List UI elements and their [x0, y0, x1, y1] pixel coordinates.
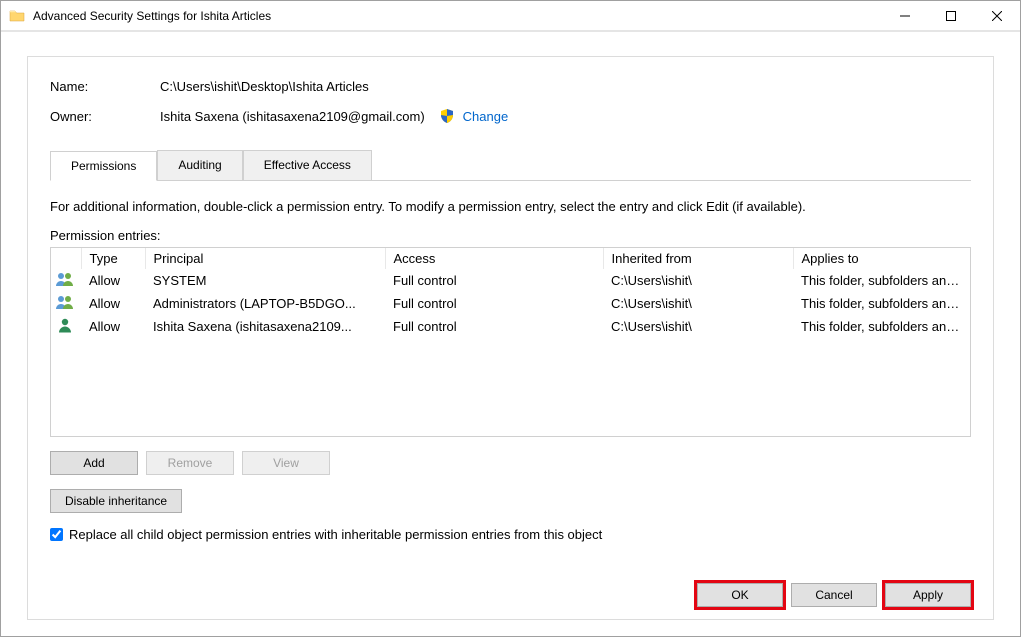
cell-access: Full control: [385, 292, 603, 315]
apply-button[interactable]: Apply: [885, 583, 971, 607]
titlebar: Advanced Security Settings for Ishita Ar…: [1, 1, 1020, 31]
cell-type: Allow: [81, 269, 145, 292]
change-owner-link[interactable]: Change: [463, 109, 509, 124]
cell-type: Allow: [81, 315, 145, 338]
col-applies[interactable]: Applies to: [793, 248, 970, 269]
replace-checkbox-row[interactable]: Replace all child object permission entr…: [50, 527, 971, 542]
add-button[interactable]: Add: [50, 451, 138, 475]
cell-type: Allow: [81, 292, 145, 315]
cell-principal: Administrators (LAPTOP-B5DGO...: [145, 292, 385, 315]
cell-inherited: C:\Users\ishit\: [603, 292, 793, 315]
permission-table[interactable]: Type Principal Access Inherited from App…: [50, 247, 971, 437]
window-title: Advanced Security Settings for Ishita Ar…: [33, 9, 882, 23]
owner-row: Owner: Ishita Saxena (ishitasaxena2109@g…: [50, 108, 971, 124]
minimize-button[interactable]: [882, 1, 928, 31]
replace-checkbox[interactable]: [50, 528, 63, 541]
maximize-button[interactable]: [928, 1, 974, 31]
view-button: View: [242, 451, 330, 475]
cell-principal: SYSTEM: [145, 269, 385, 292]
cell-applies: This folder, subfolders and files: [793, 269, 970, 292]
col-type[interactable]: Type: [81, 248, 145, 269]
cancel-button[interactable]: Cancel: [791, 583, 877, 607]
table-row[interactable]: AllowIshita Saxena (ishitasaxena2109...F…: [51, 315, 970, 338]
table-row[interactable]: AllowAdministrators (LAPTOP-B5DGO...Full…: [51, 292, 970, 315]
instruction-text: For additional information, double-click…: [50, 199, 971, 214]
folder-icon: [9, 8, 25, 24]
owner-value: Ishita Saxena (ishitasaxena2109@gmail.co…: [160, 109, 425, 124]
cell-inherited: C:\Users\ishit\: [603, 269, 793, 292]
entries-label: Permission entries:: [50, 228, 971, 243]
name-label: Name:: [50, 79, 160, 94]
close-button[interactable]: [974, 1, 1020, 31]
name-row: Name: C:\Users\ishit\Desktop\Ishita Arti…: [50, 79, 971, 94]
table-row[interactable]: AllowSYSTEMFull controlC:\Users\ishit\Th…: [51, 269, 970, 292]
shield-icon: [439, 108, 455, 124]
owner-label: Owner:: [50, 109, 160, 124]
group-icon: [55, 271, 75, 287]
tab-auditing[interactable]: Auditing: [157, 150, 242, 180]
ok-button[interactable]: OK: [697, 583, 783, 607]
cell-access: Full control: [385, 269, 603, 292]
group-icon: [55, 294, 75, 310]
disable-inheritance-button[interactable]: Disable inheritance: [50, 489, 182, 513]
remove-button: Remove: [146, 451, 234, 475]
replace-checkbox-label: Replace all child object permission entr…: [69, 527, 602, 542]
cell-principal: Ishita Saxena (ishitasaxena2109...: [145, 315, 385, 338]
tabs: Permissions Auditing Effective Access: [50, 150, 971, 181]
cell-applies: This folder, subfolders and files: [793, 292, 970, 315]
user-icon: [55, 317, 75, 333]
name-value: C:\Users\ishit\Desktop\Ishita Articles: [160, 79, 369, 94]
cell-applies: This folder, subfolders and files: [793, 315, 970, 338]
cell-inherited: C:\Users\ishit\: [603, 315, 793, 338]
col-principal[interactable]: Principal: [145, 248, 385, 269]
tab-permissions[interactable]: Permissions: [50, 151, 157, 181]
window-controls: [882, 1, 1020, 30]
col-inherited[interactable]: Inherited from: [603, 248, 793, 269]
tab-effective-access[interactable]: Effective Access: [243, 150, 372, 180]
col-access[interactable]: Access: [385, 248, 603, 269]
cell-access: Full control: [385, 315, 603, 338]
